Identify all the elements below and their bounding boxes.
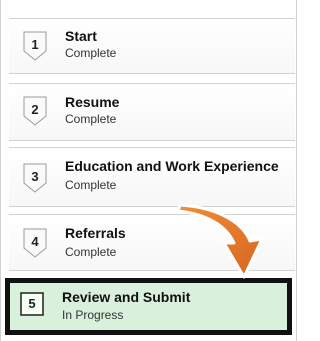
step-item-referrals[interactable]: 4 Referrals Complete xyxy=(9,214,295,271)
step-title: Start xyxy=(65,28,97,44)
step-number: 3 xyxy=(31,169,39,184)
step-list: 1 Start Complete 2 Resume Complete 3 Edu… xyxy=(0,0,297,341)
step-title: Education and Work Experience xyxy=(65,158,279,174)
step-item-review-and-submit[interactable]: 5 Review and Submit In Progress xyxy=(5,278,292,335)
step-number: 4 xyxy=(31,234,39,249)
step-title: Referrals xyxy=(65,225,126,241)
step-item-education-and-work-experience[interactable]: 3 Education and Work Experience Complete xyxy=(9,147,295,207)
step-status: In Progress xyxy=(62,308,124,322)
step-item-resume[interactable]: 2 Resume Complete xyxy=(9,83,295,141)
step-number-badge: 1 xyxy=(23,31,47,61)
step-status: Complete xyxy=(65,178,117,192)
step-number: 2 xyxy=(31,102,39,117)
step-number-badge: 5 xyxy=(20,292,44,322)
step-number: 5 xyxy=(28,296,36,311)
step-title: Resume xyxy=(65,94,120,110)
step-status: Complete xyxy=(65,46,117,60)
application-steps-panel: 1 Start Complete 2 Resume Complete 3 Edu… xyxy=(0,0,297,341)
step-item-start[interactable]: 1 Start Complete xyxy=(9,18,295,74)
step-title: Review and Submit xyxy=(62,289,191,305)
step-number: 1 xyxy=(31,37,39,52)
step-number-badge: 4 xyxy=(23,228,47,258)
step-number-badge: 2 xyxy=(23,96,47,126)
step-status: Complete xyxy=(65,112,117,126)
step-status: Complete xyxy=(65,245,117,259)
step-number-badge: 3 xyxy=(23,163,47,193)
